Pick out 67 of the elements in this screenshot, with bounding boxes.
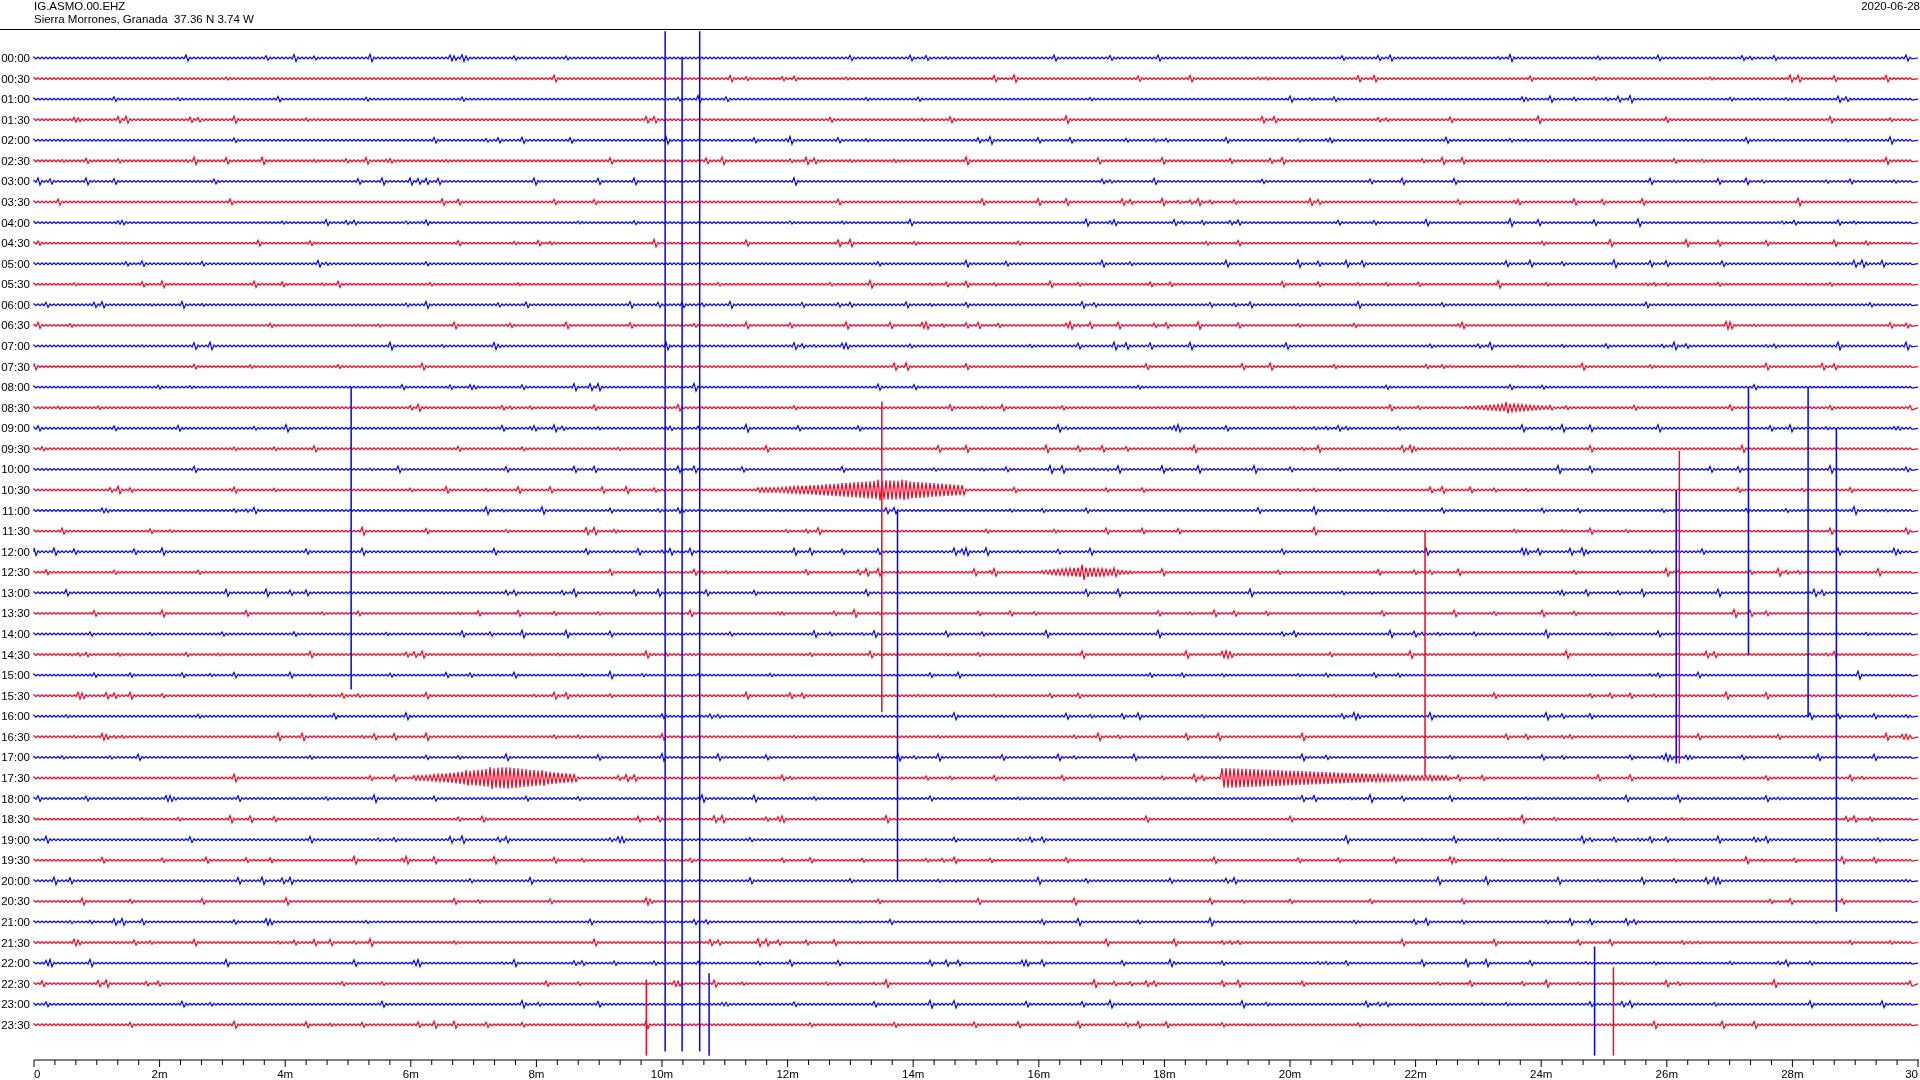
time-label: 09:30 <box>1 442 30 455</box>
axis-tick-label: 24m <box>1530 1068 1553 1080</box>
time-label: 18:00 <box>1 792 30 805</box>
time-label: 11:00 <box>2 504 30 517</box>
time-label: 21:00 <box>1 915 30 928</box>
axis-tick-label: 0 <box>34 1068 41 1080</box>
time-label: 16:30 <box>1 730 30 743</box>
station-code: IG.ASMO.00.EHZ <box>34 0 126 13</box>
axis-tick-label: 2m <box>151 1068 168 1080</box>
time-label: 20:00 <box>1 874 30 887</box>
time-label: 16:00 <box>1 710 30 723</box>
time-label: 09:00 <box>1 422 30 435</box>
axis-tick-label: 14m <box>902 1068 925 1080</box>
time-label: 12:30 <box>1 566 30 579</box>
time-label: 14:00 <box>1 627 30 640</box>
time-label: 22:30 <box>1 977 30 990</box>
time-label: 02:00 <box>1 134 30 147</box>
axis-tick-label: 30 <box>1905 1068 1918 1080</box>
axis-tick-label: 28m <box>1781 1068 1804 1080</box>
time-label: 21:30 <box>1 936 30 949</box>
time-label: 13:00 <box>1 586 30 599</box>
time-label: 06:00 <box>1 298 30 311</box>
axis-tick-label: 8m <box>528 1068 545 1080</box>
time-label: 19:30 <box>1 854 30 867</box>
time-label: 22:00 <box>1 957 30 970</box>
time-label: 00:00 <box>1 52 30 64</box>
time-label: 10:30 <box>1 483 30 496</box>
time-label: 17:30 <box>1 771 30 784</box>
time-label: 06:30 <box>1 319 30 332</box>
time-label: 20:30 <box>1 895 30 908</box>
axis-tick-label: 4m <box>277 1068 294 1080</box>
time-label: 10:00 <box>1 463 30 476</box>
time-label: 23:30 <box>1 1018 30 1031</box>
axis-tick-label: 22m <box>1404 1068 1427 1080</box>
time-label: 03:30 <box>1 196 30 208</box>
time-label: 02:30 <box>1 154 30 167</box>
time-label: 08:30 <box>1 401 30 414</box>
axis-tick-label: 12m <box>776 1068 799 1080</box>
time-label: 01:00 <box>1 93 30 106</box>
time-label: 13:30 <box>1 607 30 620</box>
time-label: 07:00 <box>1 340 30 352</box>
time-label: 07:30 <box>1 360 30 373</box>
time-label: 05:00 <box>1 257 30 270</box>
time-label: 23:00 <box>1 998 30 1011</box>
time-label: 08:00 <box>1 381 30 394</box>
time-label: 19:00 <box>1 833 30 846</box>
time-label: 12:00 <box>1 545 30 558</box>
time-label: 04:30 <box>1 237 30 250</box>
time-label: 00:30 <box>1 72 30 85</box>
time-label: 18:30 <box>1 813 30 826</box>
time-label: 01:30 <box>1 113 30 126</box>
axis-tick-label: 18m <box>1153 1068 1176 1080</box>
time-label: 04:00 <box>1 216 30 229</box>
axis-tick-label: 10m <box>650 1068 674 1080</box>
time-label: 05:30 <box>1 278 30 291</box>
time-label: 03:00 <box>1 175 30 188</box>
date-label: 2020-06-28 <box>1861 0 1920 13</box>
time-label: 14:30 <box>1 648 30 661</box>
axis-tick-label: 6m <box>402 1068 419 1080</box>
station-location: Sierra Morrones, Granada 37.36 N 3.74 W <box>34 13 254 26</box>
axis-tick-label: 20m <box>1278 1068 1302 1080</box>
time-label: 17:00 <box>1 751 30 764</box>
time-label: 15:00 <box>1 669 30 682</box>
axis-tick-label: 16m <box>1027 1068 1050 1080</box>
axis-tick-label: 26m <box>1655 1068 1678 1080</box>
time-label: 11:30 <box>2 525 30 538</box>
time-label: 15:30 <box>1 689 30 702</box>
